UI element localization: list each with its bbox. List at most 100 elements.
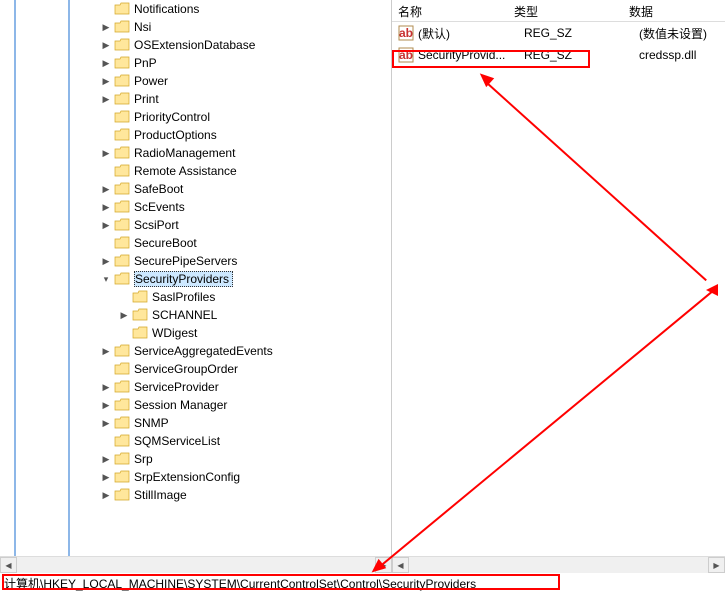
cell-name: (默认) xyxy=(418,25,524,42)
tree-node-label[interactable]: Srp xyxy=(134,452,153,466)
tree-node-label[interactable]: ServiceGroupOrder xyxy=(134,362,238,376)
tree-node-label[interactable]: SecurePipeServers xyxy=(134,254,237,268)
chevron-down-icon[interactable]: ▾ xyxy=(100,273,112,285)
col-type-header[interactable]: 类型 xyxy=(508,0,623,21)
list-body[interactable]: ab(默认)REG_SZ(数值未设置)abSecurityProvid...RE… xyxy=(392,22,725,66)
tree-node-label[interactable]: ServiceProvider xyxy=(134,380,219,394)
scroll-left-button[interactable]: ◀ xyxy=(392,557,409,573)
chevron-right-icon[interactable]: ▶ xyxy=(100,255,112,267)
folder-icon xyxy=(114,218,130,232)
tree-node[interactable]: Remote Assistance xyxy=(100,162,273,180)
tree-guideline xyxy=(68,0,70,556)
tree-node-label[interactable]: Notifications xyxy=(134,2,199,16)
chevron-right-icon[interactable]: ▶ xyxy=(100,93,112,105)
right-scrollbar[interactable]: ◀ ▶ xyxy=(392,556,725,573)
tree-node-label[interactable]: PnP xyxy=(134,56,157,70)
tree-node[interactable]: Notifications xyxy=(100,0,273,18)
tree-node[interactable]: WDigest xyxy=(118,324,273,342)
tree-node-label[interactable]: WDigest xyxy=(152,326,197,340)
chevron-right-icon[interactable]: ▶ xyxy=(100,75,112,87)
chevron-right-icon[interactable]: ▶ xyxy=(100,201,112,213)
tree-node-label[interactable]: SCHANNEL xyxy=(152,308,217,322)
folder-icon xyxy=(114,344,130,358)
tree-node[interactable]: ▶ RadioManagement xyxy=(100,144,273,162)
tree-node[interactable]: ▶ ServiceProvider xyxy=(100,378,273,396)
tree-node-label[interactable]: SaslProfiles xyxy=(152,290,215,304)
chevron-right-icon[interactable]: ▶ xyxy=(100,39,112,51)
chevron-right-icon[interactable]: ▶ xyxy=(100,399,112,411)
chevron-right-icon[interactable]: ▶ xyxy=(100,147,112,159)
registry-tree[interactable]: Notifications ▶ Nsi ▶ OSExtensionDatabase ▶ Pn… xyxy=(82,0,273,504)
folder-icon xyxy=(132,290,148,304)
chevron-right-icon[interactable]: ▶ xyxy=(100,417,112,429)
tree-node[interactable]: ▶ Srp xyxy=(100,450,273,468)
tree-node[interactable]: PriorityControl xyxy=(100,108,273,126)
chevron-right-icon[interactable]: ▶ xyxy=(118,309,130,321)
left-scrollbar[interactable]: ◀ ▶ xyxy=(0,556,392,573)
scroll-track[interactable] xyxy=(17,557,375,573)
tree-node[interactable]: ▶ Print xyxy=(100,90,273,108)
chevron-right-icon[interactable]: ▶ xyxy=(100,453,112,465)
tree-node-label[interactable]: Remote Assistance xyxy=(134,164,237,178)
tree-node[interactable]: ▾ SecurityProviders xyxy=(100,270,273,288)
path-bar[interactable]: 计算机\HKEY_LOCAL_MACHINE\SYSTEM\CurrentCon… xyxy=(0,573,725,591)
folder-icon xyxy=(114,362,130,376)
tree-node-label[interactable]: ScEvents xyxy=(134,200,185,214)
tree-node[interactable]: ▶ OSExtensionDatabase xyxy=(100,36,273,54)
tree-node-label[interactable]: Session Manager xyxy=(134,398,227,412)
tree-node-label[interactable]: SrpExtensionConfig xyxy=(134,470,240,484)
tree-node-label[interactable]: ScsiPort xyxy=(134,218,179,232)
tree-node[interactable]: ▶ Nsi xyxy=(100,18,273,36)
chevron-right-icon[interactable]: ▶ xyxy=(100,57,112,69)
tree-node-label[interactable]: ServiceAggregatedEvents xyxy=(134,344,273,358)
tree-node-label[interactable]: SecurityProviders xyxy=(134,271,233,287)
tree-node[interactable]: ▶ Session Manager xyxy=(100,396,273,414)
col-name-header[interactable]: 名称 xyxy=(392,0,508,21)
tree-node[interactable]: ▶ ServiceAggregatedEvents xyxy=(100,342,273,360)
tree-node[interactable]: SQMServiceList xyxy=(100,432,273,450)
list-row[interactable]: abSecurityProvid...REG_SZcredssp.dll xyxy=(392,44,725,66)
tree-node-label[interactable]: PriorityControl xyxy=(134,110,210,124)
tree-node[interactable]: SecureBoot xyxy=(100,234,273,252)
tree-node[interactable]: ▶ PnP xyxy=(100,54,273,72)
chevron-right-icon[interactable]: ▶ xyxy=(100,21,112,33)
tree-node[interactable]: ▶ ScsiPort xyxy=(100,216,273,234)
scroll-left-button[interactable]: ◀ xyxy=(0,557,17,573)
tree-node-label[interactable]: Print xyxy=(134,92,159,106)
list-row[interactable]: ab(默认)REG_SZ(数值未设置) xyxy=(392,22,725,44)
tree-node[interactable]: ▶ StillImage xyxy=(100,486,273,504)
chevron-right-icon[interactable]: ▶ xyxy=(100,345,112,357)
col-data-header[interactable]: 数据 xyxy=(623,0,725,21)
chevron-right-icon[interactable]: ▶ xyxy=(100,471,112,483)
tree-node[interactable]: ▶ SNMP xyxy=(100,414,273,432)
scroll-right-button[interactable]: ▶ xyxy=(375,557,392,573)
tree-node-label[interactable]: SQMServiceList xyxy=(134,434,220,448)
scroll-track[interactable] xyxy=(409,557,708,573)
tree-node[interactable]: ▶ SecurePipeServers xyxy=(100,252,273,270)
tree-node-label[interactable]: ProductOptions xyxy=(134,128,217,142)
tree-node[interactable]: ▶ SrpExtensionConfig xyxy=(100,468,273,486)
chevron-right-icon[interactable]: ▶ xyxy=(100,219,112,231)
folder-icon xyxy=(114,110,130,124)
chevron-right-icon[interactable]: ▶ xyxy=(100,489,112,501)
tree-node-label[interactable]: StillImage xyxy=(134,488,187,502)
tree-node[interactable]: ▶ Power xyxy=(100,72,273,90)
tree-node[interactable]: ServiceGroupOrder xyxy=(100,360,273,378)
scroll-right-button[interactable]: ▶ xyxy=(708,557,725,573)
tree-node-label[interactable]: RadioManagement xyxy=(134,146,235,160)
chevron-right-icon[interactable]: ▶ xyxy=(100,381,112,393)
tree-node-label[interactable]: Power xyxy=(134,74,168,88)
tree-node-label[interactable]: SecureBoot xyxy=(134,236,197,250)
tree-node[interactable]: ▶ SCHANNEL xyxy=(118,306,273,324)
tree-node-label[interactable]: SafeBoot xyxy=(134,182,183,196)
tree-node[interactable]: ▶ ScEvents xyxy=(100,198,273,216)
tree-pane: Notifications ▶ Nsi ▶ OSExtensionDatabase ▶ Pn… xyxy=(0,0,392,556)
tree-node-label[interactable]: SNMP xyxy=(134,416,169,430)
tree-node-label[interactable]: Nsi xyxy=(134,20,151,34)
tree-node[interactable]: SaslProfiles xyxy=(118,288,273,306)
tree-node[interactable]: ProductOptions xyxy=(100,126,273,144)
tree-node[interactable]: ▶ SafeBoot xyxy=(100,180,273,198)
chevron-right-icon[interactable]: ▶ xyxy=(100,183,112,195)
folder-icon xyxy=(114,416,130,430)
tree-node-label[interactable]: OSExtensionDatabase xyxy=(134,38,255,52)
